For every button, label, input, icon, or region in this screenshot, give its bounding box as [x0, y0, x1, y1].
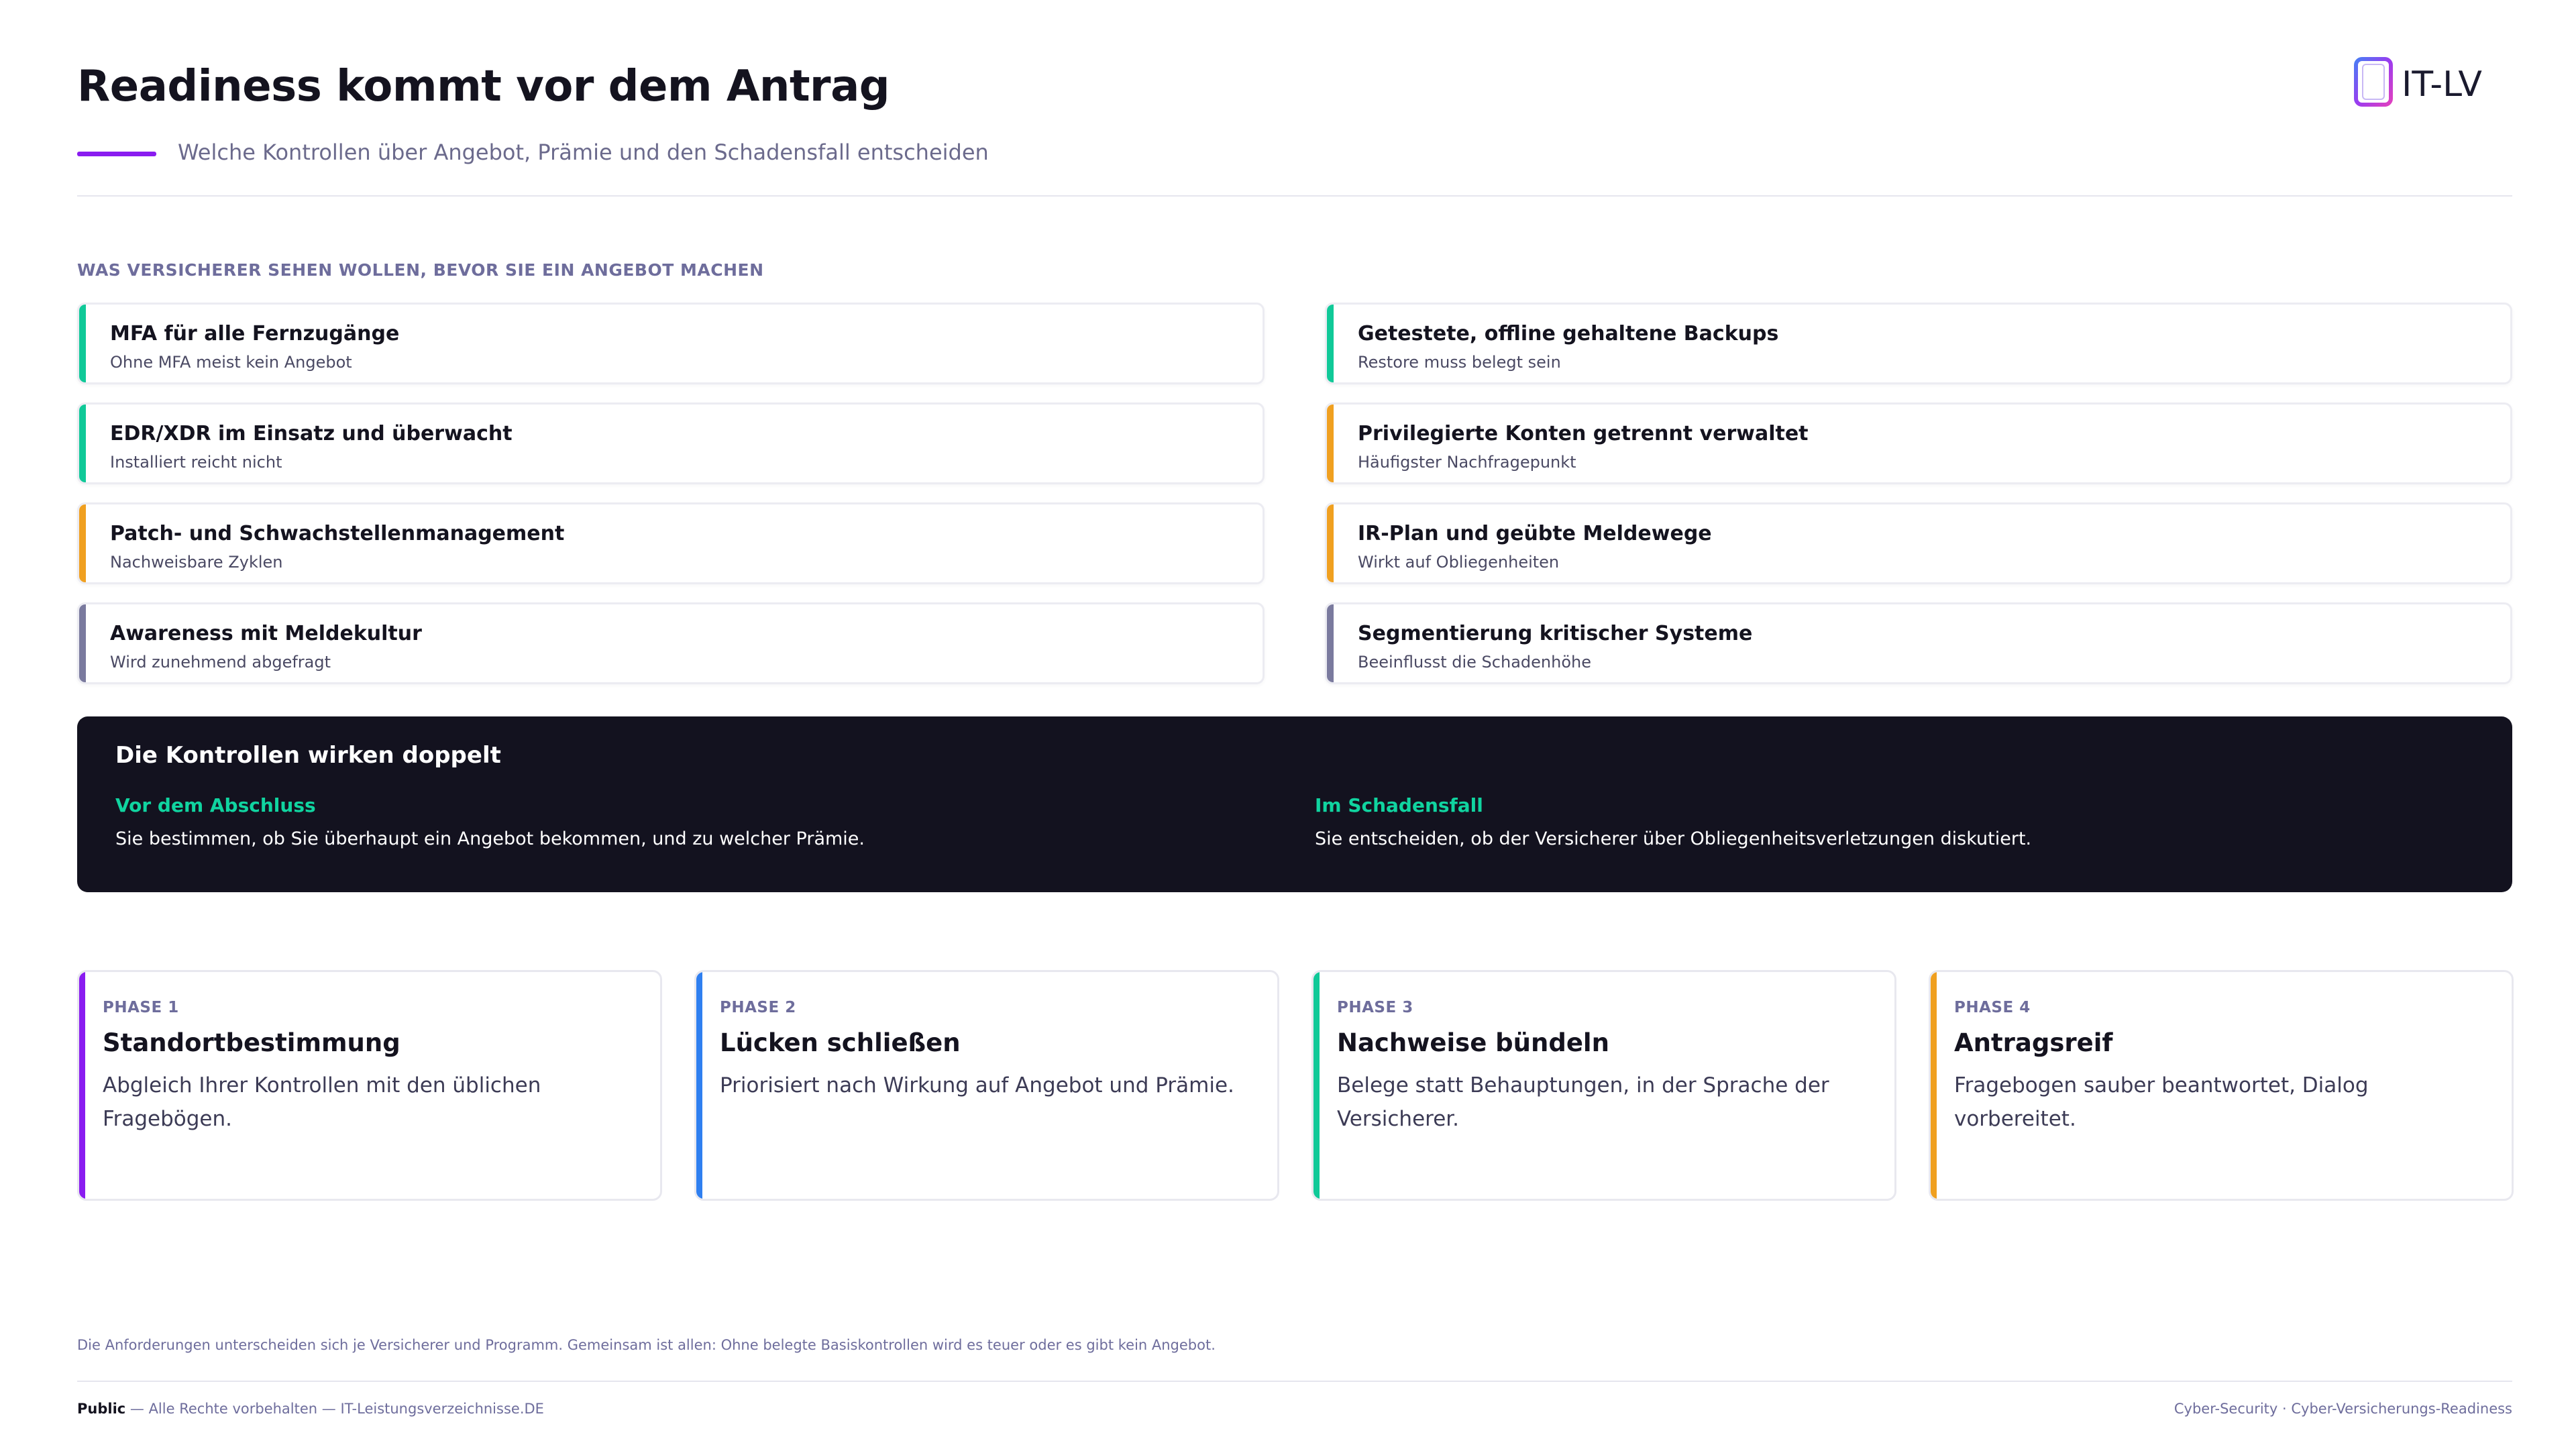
phase-title: Standortbestimmung — [103, 1028, 400, 1057]
phase-title: Lücken schließen — [720, 1028, 961, 1057]
control-card-accent — [79, 604, 86, 682]
phase-accent — [696, 972, 702, 1199]
control-title: IR-Plan und geübte Meldewege — [1358, 522, 1712, 545]
control-subtitle: Installiert reicht nicht — [110, 453, 282, 472]
control-subtitle: Nachweisbare Zyklen — [110, 553, 283, 572]
phase-description: Priorisiert nach Wirkung auf Angebot und… — [720, 1073, 1234, 1097]
effect-before-text: Sie bestimmen, ob Sie überhaupt ein Ange… — [115, 828, 865, 849]
control-card: Getestete, offline gehaltene Backups Res… — [1325, 303, 2512, 384]
bottom-divider — [77, 1381, 2512, 1382]
effect-claim-column: Im Schadensfall Sie entscheiden, ob der … — [1315, 794, 2031, 849]
effect-panel: Die Kontrollen wirken doppelt Vor dem Ab… — [77, 716, 2512, 892]
phase-title: Antragsreif — [1954, 1028, 2113, 1057]
control-title: Segmentierung kritischer Systeme — [1358, 622, 1753, 645]
control-subtitle: Wirkt auf Obliegenheiten — [1358, 553, 1560, 572]
effect-before-heading: Vor dem Abschluss — [115, 794, 316, 816]
phase-label: PHASE 4 — [1954, 999, 2031, 1016]
control-title: Getestete, offline gehaltene Backups — [1358, 322, 1779, 345]
control-card-accent — [1327, 305, 1334, 382]
control-card-accent — [1327, 405, 1334, 482]
phase-description: Belege statt Behauptungen, in der Sprach… — [1337, 1073, 1829, 1131]
control-subtitle: Häufigster Nachfragepunkt — [1358, 453, 1576, 472]
footer-right: Cyber-Security · Cyber-Versicherungs-Rea… — [2174, 1401, 2512, 1417]
control-card-accent — [79, 305, 86, 382]
top-divider — [77, 195, 2512, 197]
control-card-accent — [79, 504, 86, 582]
effect-before-column: Vor dem Abschluss Sie bestimmen, ob Sie … — [115, 794, 865, 849]
control-subtitle: Wird zunehmend abgefragt — [110, 653, 331, 672]
control-card: MFA für alle Fernzugänge Ohne MFA meist … — [77, 303, 1265, 384]
phase-accent — [79, 972, 85, 1199]
phase-title: Nachweise bündeln — [1337, 1028, 1609, 1057]
effect-claim-text: Sie entscheiden, ob der Versicherer über… — [1315, 828, 2032, 849]
phase-label: PHASE 1 — [103, 999, 179, 1016]
phase-accent — [1313, 972, 1320, 1199]
control-subtitle: Beeinflusst die Schadenhöhe — [1358, 653, 1591, 672]
classification-label: Public — [77, 1401, 126, 1417]
control-card: Patch- und Schwachstellenmanagement Nach… — [77, 502, 1265, 584]
logo-text: IT-LV — [2402, 64, 2482, 105]
control-card-accent — [1327, 504, 1334, 582]
control-title: Privilegierte Konten getrennt verwaltet — [1358, 422, 1809, 445]
phase-card: PHASE 3 Nachweise bündeln Belege statt B… — [1311, 970, 1896, 1201]
control-card: Segmentierung kritischer Systeme Beeinfl… — [1325, 602, 2512, 684]
control-card-accent — [1327, 604, 1334, 682]
rights-text: — Alle Rechte vorbehalten — IT-Leistungs… — [125, 1401, 544, 1417]
phase-label: PHASE 3 — [1337, 999, 1413, 1016]
effect-title: Die Kontrollen wirken doppelt — [115, 742, 501, 769]
control-card: Privilegierte Konten getrennt verwaltet … — [1325, 402, 2512, 484]
control-subtitle: Restore muss belegt sein — [1358, 353, 1561, 372]
control-title: MFA für alle Fernzugänge — [110, 322, 400, 345]
phase-card: PHASE 1 Standortbestimmung Abgleich Ihre… — [77, 970, 662, 1201]
phase-description: Fragebogen sauber beantwortet, Dialog vo… — [1954, 1073, 2369, 1131]
control-title: Awareness mit Meldekultur — [110, 622, 422, 645]
control-card: IR-Plan und geübte Meldewege Wirkt auf O… — [1325, 502, 2512, 584]
footer-left: Public — Alle Rechte vorbehalten — IT-Le… — [77, 1401, 544, 1417]
effect-claim-heading: Im Schadensfall — [1315, 794, 1483, 816]
page-title: Readiness kommt vor dem Antrag — [77, 62, 890, 111]
phase-accent — [1931, 972, 1937, 1199]
title-accent-line — [77, 152, 156, 156]
phase-card: PHASE 2 Lücken schließen Priorisiert nac… — [694, 970, 1279, 1201]
section-label: WAS VERSICHERER SEHEN WOLLEN, BEVOR SIE … — [77, 260, 764, 280]
page-subtitle: Welche Kontrollen über Angebot, Prämie u… — [178, 140, 989, 165]
control-subtitle: Ohne MFA meist kein Angebot — [110, 353, 352, 372]
control-card: Awareness mit Meldekultur Wird zunehmend… — [77, 602, 1265, 684]
control-title: EDR/XDR im Einsatz und überwacht — [110, 422, 513, 445]
logo-icon — [2354, 57, 2393, 107]
control-card-accent — [79, 405, 86, 482]
phase-card: PHASE 4 Antragsreif Fragebogen sauber be… — [1929, 970, 2514, 1201]
phase-label: PHASE 2 — [720, 999, 796, 1016]
footnote: Die Anforderungen unterscheiden sich je … — [77, 1337, 1216, 1353]
phase-description: Abgleich Ihrer Kontrollen mit den üblich… — [103, 1073, 541, 1131]
control-card: EDR/XDR im Einsatz und überwacht Install… — [77, 402, 1265, 484]
control-title: Patch- und Schwachstellenmanagement — [110, 522, 565, 545]
